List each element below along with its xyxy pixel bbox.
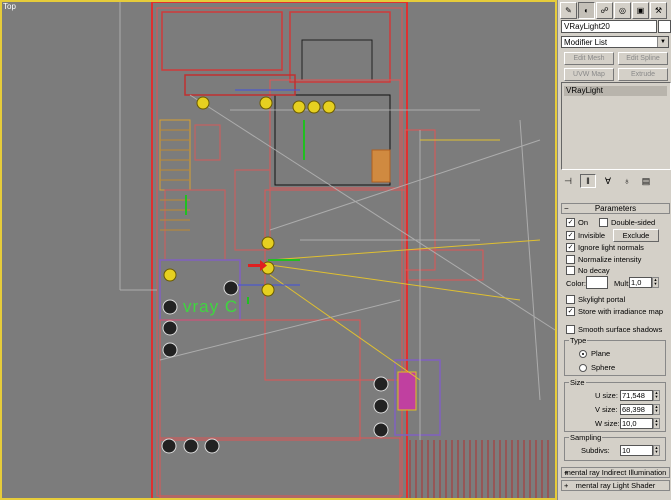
display-icon[interactable]: ▣ [632, 2, 649, 19]
object-name-field[interactable]: VRayLight20 [561, 20, 657, 33]
pin-stack-icon[interactable]: ⊣ [561, 175, 575, 187]
extrude-button[interactable]: Extrude [618, 68, 668, 81]
ignore-normals-label: Ignore light normals [578, 243, 644, 252]
rollout-title: Parameters [594, 204, 637, 213]
uvw-map-button[interactable]: UVW Map [564, 68, 614, 81]
mult-label-row: Mult: [614, 279, 630, 288]
sampling-group: Sampling Subdivs: 10 ▲ ▼ [564, 433, 666, 461]
vray-camera-label: vray C [183, 297, 239, 316]
smooth-shadows-checkbox[interactable] [566, 325, 575, 334]
edit-spline-button[interactable]: Edit Spline [618, 52, 668, 65]
sampling-group-label: Sampling [569, 433, 603, 442]
subdivs-label: Subdivs: [581, 446, 610, 455]
exclude-button[interactable]: Exclude [613, 229, 659, 242]
mult-label: Mult: [614, 279, 631, 288]
size-group: Size U size: 71,548 ▲ ▼ V size: 68,398 ▲ ▼… [564, 378, 666, 432]
light-color-swatch[interactable] [586, 276, 608, 289]
v-size-spinner[interactable]: 68,398 [620, 404, 653, 415]
show-end-result-icon[interactable]: ‖ [580, 174, 596, 188]
mental-ray-indirect-rollout[interactable]: + mental ray Indirect Illumination [561, 467, 670, 478]
on-label: On [578, 218, 589, 227]
invisible-label: Invisible [578, 231, 606, 240]
rollout-title: mental ray Light Shader [575, 481, 656, 490]
w-size-label-row: W size: [595, 419, 620, 428]
no-decay-checkbox[interactable] [566, 266, 575, 275]
smooth-shadows-row[interactable]: Smooth surface shadows [566, 325, 662, 334]
double-sided-checkbox[interactable] [599, 218, 608, 227]
skylight-checkbox[interactable] [566, 295, 575, 304]
type-group: Type Plane Sphere [564, 336, 666, 376]
normalize-row[interactable]: Normalize intensity [566, 255, 641, 264]
w-size-spinner[interactable]: 10,0 [620, 418, 653, 429]
floor-plan-wireframe [119, 0, 556, 500]
chevron-down-icon[interactable]: ▼ [657, 37, 668, 47]
mental-ray-shader-rollout[interactable]: + mental ray Light Shader [561, 480, 670, 491]
modifier-stack[interactable]: VRayLight [561, 82, 671, 170]
no-decay-label: No decay [578, 266, 610, 275]
store-irradiance-label: Store with irradiance map [578, 307, 664, 316]
remove-modifier-icon[interactable]: ♁ [620, 175, 634, 187]
smooth-shadows-label: Smooth surface shadows [578, 325, 663, 334]
skylight-row[interactable]: Skylight portal [566, 295, 625, 304]
v-size-label-row: V size: [595, 405, 618, 414]
subdivs-label-row: Subdivs: [581, 446, 610, 455]
modifier-list-dropdown[interactable]: Modifier List ▼ [561, 36, 669, 48]
w-size-arrows[interactable]: ▲ ▼ [653, 418, 660, 429]
normalize-checkbox[interactable] [566, 255, 575, 264]
invisible-checkbox[interactable]: ✓ [566, 231, 575, 240]
command-panel-tabs: ✎ ◐ ☍ ◎ ▣ ⚒ [560, 2, 670, 19]
modifier-list-label: Modifier List [564, 38, 608, 47]
viewport-label[interactable]: Top [3, 2, 16, 11]
mult-spinner[interactable]: 1,0 [629, 277, 652, 288]
modify-icon[interactable]: ◐ [578, 2, 595, 19]
motion-icon[interactable]: ◎ [614, 2, 631, 19]
on-checkbox[interactable]: ✓ [566, 218, 575, 227]
type-plane-radio[interactable] [579, 349, 587, 358]
stack-item-vraylight[interactable]: VRayLight [564, 86, 667, 96]
rollout-title: mental ray Indirect Illumination [564, 468, 667, 477]
mult-spinner-arrows[interactable]: ▲ ▼ [652, 277, 659, 288]
w-size-label: W size: [595, 419, 620, 428]
skylight-label: Skylight portal [578, 295, 626, 304]
subdivs-arrows[interactable]: ▲ ▼ [653, 445, 660, 456]
invisible-row[interactable]: ✓ Invisible [566, 231, 605, 240]
no-decay-row[interactable]: No decay [566, 266, 610, 275]
ignore-normals-checkbox[interactable]: ✓ [566, 243, 575, 252]
u-size-label-row: U size: [595, 391, 618, 400]
type-group-label: Type [569, 336, 588, 345]
type-sphere-radio[interactable] [579, 363, 587, 372]
u-size-label: U size: [595, 391, 618, 400]
modifier-buttons: Edit Mesh Edit Spline UVW Map Extrude [564, 52, 668, 81]
v-size-arrows[interactable]: ▲ ▼ [653, 404, 660, 415]
hierarchy-icon[interactable]: ☍ [596, 2, 613, 19]
make-unique-icon[interactable]: ∀ [601, 175, 615, 187]
normalize-label: Normalize intensity [578, 255, 642, 264]
edit-mesh-button[interactable]: Edit Mesh [564, 52, 614, 65]
type-sphere-label: Sphere [591, 363, 616, 372]
subdivs-spinner[interactable]: 10 [620, 445, 653, 456]
object-color-swatch[interactable] [658, 20, 671, 33]
utilities-icon[interactable]: ⚒ [650, 2, 667, 19]
ignore-normals-row[interactable]: ✓ Ignore light normals [566, 243, 644, 252]
create-icon[interactable]: ✎ [560, 2, 577, 19]
double-sided-label: Double-sided [611, 218, 656, 227]
stack-toolbar: ⊣ ‖ ∀ ♁ ▤ [561, 174, 669, 188]
color-label: Color: [566, 279, 587, 288]
store-irradiance-row[interactable]: ✓ Store with irradiance map [566, 307, 663, 316]
double-sided-row[interactable]: Double-sided [599, 218, 655, 227]
u-size-spinner[interactable]: 71,548 [620, 390, 653, 401]
top-viewport[interactable]: Top vray C [0, 0, 557, 500]
type-plane-row[interactable]: Plane [579, 349, 610, 358]
type-plane-label: Plane [591, 349, 611, 358]
size-group-label: Size [569, 378, 586, 387]
type-sphere-row[interactable]: Sphere [579, 363, 615, 372]
parameters-rollout-header[interactable]: − Parameters [561, 203, 670, 214]
command-panel: ✎ ◐ ☍ ◎ ▣ ⚒ VRayLight20 Modifier List ▼ … [557, 0, 671, 500]
configure-sets-icon[interactable]: ▤ [639, 175, 653, 187]
store-irradiance-checkbox[interactable]: ✓ [566, 307, 575, 316]
u-size-arrows[interactable]: ▲ ▼ [653, 390, 660, 401]
color-row: Color: [566, 279, 586, 288]
on-checkbox-row[interactable]: ✓ On [566, 218, 588, 227]
v-size-label: V size: [595, 405, 618, 414]
